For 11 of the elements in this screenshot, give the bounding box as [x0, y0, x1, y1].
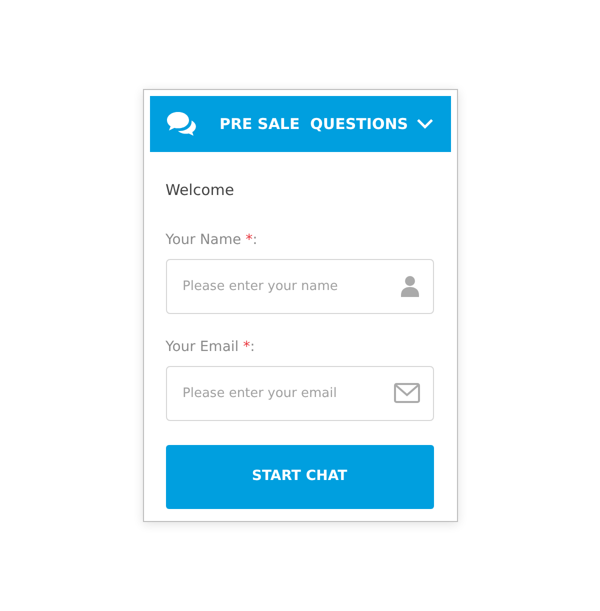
widget-title: PRE SALE QUESTIONS	[220, 114, 410, 135]
chat-bubbles-icon	[166, 111, 198, 137]
person-icon	[400, 275, 420, 297]
start-chat-button[interactable]: START CHAT	[166, 444, 434, 508]
chevron-icon	[416, 118, 434, 130]
field-label: Your Email *:	[166, 338, 255, 356]
email-field[interactable]: Please enter your email	[166, 366, 434, 420]
name-field[interactable]: Please enter your name	[166, 258, 434, 314]
envelope-icon	[394, 383, 420, 403]
field-label: Your Name *:	[166, 230, 258, 250]
welcome-text: Welcome	[166, 180, 234, 201]
